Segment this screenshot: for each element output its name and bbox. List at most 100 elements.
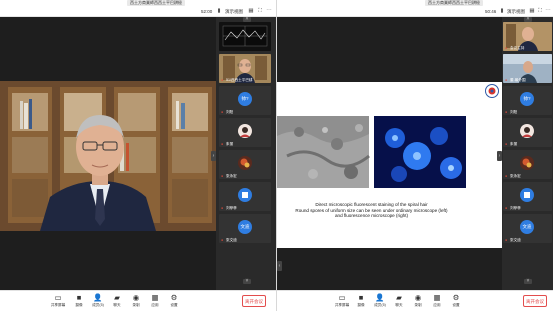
grid-icon[interactable]: ▦ [529,8,535,14]
participant-name: 刘阳 [226,110,234,114]
participant-tile[interactable]: ● 刘菲菲 [503,182,552,211]
screen-share-button[interactable]: ▭ 共享屏幕 [50,293,66,310]
sidebar-scroll-down-icon[interactable]: ˅ [243,279,251,284]
participant-tile[interactable]: 文迪 ● 张文迪 [219,214,271,243]
more-icon[interactable]: ⋯ [266,8,272,14]
settings-icon: ⚙ [452,293,460,302]
mic-muted-icon: ● [221,142,224,146]
participants-button[interactable]: 👤 成员(5) [90,293,106,310]
caption-line: and fluorescence microscope (right) [334,213,409,219]
mic-muted-icon: ● [221,206,224,210]
record-button[interactable]: ◉ 录制 [128,293,144,310]
mic-icon: ● [505,46,508,50]
top-toolbar: 52:00 ▮ 演示视图 ▦ ⛶ ⋯ [0,6,276,17]
mic-muted-icon: ● [221,110,224,114]
mic-muted-icon: ● [505,110,508,114]
signal-icon: ▮ [217,8,221,14]
control-label: 成员(5) [374,303,386,307]
avatar [238,188,252,202]
control-label: 摄像 [357,303,365,307]
participant-tile[interactable]: ● 朱丽 [503,118,552,147]
avatar: 帅? [238,92,252,106]
meeting-window-left: 西土方商業師西西土平巴耕極 52:00 ▮ 演示视图 ▦ ⛶ ⋯ › ˄ ● 5… [0,0,276,311]
participant-tile[interactable]: ● 董-最外围 [503,54,552,83]
participant-tile[interactable]: ● 朱丽 [219,118,271,147]
participants-icon: 👤 [375,293,385,302]
participant-tile[interactable]: 帅? ● 刘阳 [503,86,552,115]
mic-icon: ● [505,78,508,82]
participants-button[interactable]: 👤 成员(5) [372,293,388,310]
mic-muted-icon: ● [505,238,508,242]
meeting-timer: 50:46 [485,9,497,14]
control-label: 共享屏幕 [334,303,350,307]
meeting-window-right: 西土方商業師西西土平巴耕極 50:46 ▮ 演示视图 ▦ ⛶ ⋯ Direct … [277,0,553,311]
avatar [520,124,534,138]
more-icon[interactable]: ⋯ [545,8,551,14]
participant-tile[interactable]: 文迪 ● 张文迪 [503,214,552,243]
mic-muted-icon: ● [221,238,224,242]
shared-chart-thumbnail [222,25,268,47]
sidebar-scroll-down-icon[interactable]: ˅ [524,279,532,284]
apps-button[interactable]: ▦ 应用 [429,293,445,310]
settings-button[interactable]: ⚙ 设置 [448,293,464,310]
leave-meeting-button[interactable]: 离开会议 [523,295,547,307]
avatar [520,156,534,170]
presentation-slide: Direct microscopic fluorescent staining … [277,82,502,248]
fullscreen-icon[interactable]: ⛶ [537,8,543,14]
participant-name: 张永宏 [510,174,521,178]
participant-name: 刘菲菲 [226,206,237,210]
view-mode-button[interactable]: 演示视图 [225,7,243,16]
participant-tile[interactable]: ● 张永宏 [503,150,552,179]
record-icon: ◉ [132,293,140,302]
bottom-control-bar: ▭ 共享屏幕 ■ 摄像 👤 成员(5) ▰ 聊天 ◉ 录制 ▦ 应用 ⚙ 设置 … [277,290,553,311]
participant-name: 董-最外围 [510,78,526,82]
participant-name: 刘阳 [510,110,518,114]
control-label: 成员(5) [92,303,104,307]
camera-icon: ■ [358,293,364,302]
participant-tile[interactable]: 帅? ● 刘阳 [219,86,271,115]
control-label: 摄像 [75,303,83,307]
participant-name: 刘菲菲 [510,206,521,210]
meeting-timer: 52:00 [201,9,213,14]
camera-button[interactable]: ■ 摄像 [353,293,369,310]
participant-tile[interactable]: ● 51/西西土平巴耕 [219,54,271,83]
participant-tile[interactable]: ● 会议主持 [503,22,552,51]
control-label: 应用 [151,303,159,307]
apps-icon: ▦ [433,293,441,302]
participant-tile[interactable]: ● 刘菲菲 [219,182,271,211]
participant-name: 会议主持 [510,46,525,50]
camera-button[interactable]: ■ 摄像 [71,293,87,310]
mic-muted-icon: ● [505,142,508,146]
participant-name: 张文迪 [226,238,237,242]
settings-button[interactable]: ⚙ 设置 [166,293,182,310]
apps-button[interactable]: ▦ 应用 [147,293,163,310]
presenter-video [0,17,216,290]
settings-icon: ⚙ [170,293,178,302]
participant-name: 朱丽 [510,142,518,146]
slide-prev-arrow[interactable]: ‹ [277,261,282,271]
participant-sidebar: ˄ ● 会议主持 ● 董-最外围 帅? ● 刘阳 ● 朱丽 ● 张永宏 ● 刘菲… [502,17,553,290]
fullscreen-icon[interactable]: ⛶ [257,8,263,14]
camera-icon: ■ [76,293,82,302]
avatar: 文迪 [238,220,252,234]
record-button[interactable]: ◉ 录制 [410,293,426,310]
avatar [238,156,252,170]
leave-meeting-button[interactable]: 离开会议 [242,295,266,307]
mic-muted-icon: ● [505,174,508,178]
participant-name: 朱丽 [226,142,234,146]
screen-share-button[interactable]: ▭ 共享屏幕 [334,293,350,310]
control-label: 录制 [414,303,422,307]
slide-caption: Direct microscopic fluorescent staining … [277,202,466,219]
control-label: 设置 [170,303,178,307]
chat-button[interactable]: ▰ 聊天 [391,293,407,310]
grid-icon[interactable]: ▦ [248,8,254,14]
screen-share-icon: ▭ [54,293,62,302]
participant-tile[interactable]: ● 张永宏 [219,150,271,179]
mic-icon: ● [221,78,224,82]
view-mode-button[interactable]: 演示视图 [507,7,525,16]
chat-button[interactable]: ▰ 聊天 [109,293,125,310]
microscope-images [277,116,466,188]
control-label: 设置 [452,303,460,307]
participant-tile[interactable] [219,22,271,51]
bottom-control-bar: ▭ 共享屏幕 ■ 摄像 👤 成员(5) ▰ 聊天 ◉ 录制 ▦ 应用 ⚙ 设置 … [0,290,276,311]
